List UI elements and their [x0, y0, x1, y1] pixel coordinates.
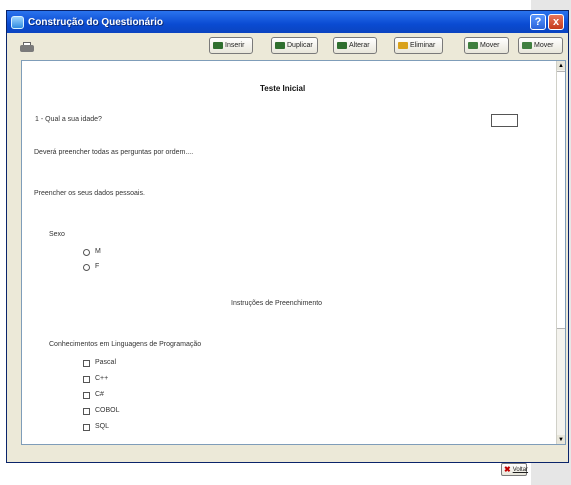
back-label: Voltar — [512, 466, 529, 473]
instructions-heading: Instruções de Preenchimento — [231, 300, 323, 307]
instruction-note: Deverá preencher todas as perguntas por … — [34, 149, 194, 156]
move-up-label: Mover — [480, 42, 500, 49]
checkbox-sql-label: SQL — [95, 423, 110, 430]
scroll-thumb[interactable] — [557, 71, 565, 329]
move-down-label: Mover — [534, 42, 554, 49]
scroll-up-icon[interactable]: ▲ — [557, 61, 565, 70]
window-title: Construção do Questionário — [28, 16, 164, 28]
checkbox-cpp[interactable] — [83, 376, 90, 383]
delete-label: Eliminar — [410, 42, 436, 49]
app-icon — [11, 15, 24, 29]
checkbox-cobol-label: COBOL — [95, 407, 120, 414]
checkbox-sql[interactable] — [83, 424, 90, 431]
radio-m-label: M — [95, 248, 101, 255]
edit-label: Alterar — [349, 42, 370, 49]
delete-icon — [398, 42, 408, 49]
checkbox-csharp[interactable] — [83, 392, 90, 399]
duplicate-button[interactable]: Duplicar — [271, 37, 318, 54]
insert-button[interactable]: Inserir — [209, 37, 253, 54]
insert-icon — [213, 42, 223, 49]
duplicate-label: Duplicar — [287, 42, 313, 49]
printer-icon[interactable] — [20, 42, 34, 53]
checkbox-pascal[interactable] — [83, 360, 90, 367]
questionnaire-preview: Teste Inicial 1 - Qual a sua idade? Deve… — [21, 60, 566, 445]
radio-m[interactable] — [83, 249, 90, 256]
radio-f-label: F — [95, 263, 100, 270]
delete-button[interactable]: Eliminar — [394, 37, 443, 54]
edit-button[interactable]: Alterar — [333, 37, 377, 54]
age-answer-box[interactable] — [491, 114, 518, 127]
personal-data-note: Preencher os seus dados pessoais. — [34, 190, 145, 197]
vertical-scrollbar[interactable]: ▲ ▼ — [556, 61, 565, 444]
title-bar[interactable]: Construção do Questionário ? x — [7, 11, 568, 33]
close-button[interactable]: x — [548, 14, 564, 30]
checkbox-pascal-label: Pascal — [95, 359, 117, 366]
move-up-button[interactable]: Mover — [464, 37, 509, 54]
move-up-icon — [468, 42, 478, 49]
move-down-button[interactable]: Mover — [518, 37, 563, 54]
insert-label: Inserir — [225, 42, 245, 49]
checkbox-cpp-label: C++ — [95, 375, 109, 382]
radio-f[interactable] — [83, 264, 90, 271]
help-button[interactable]: ? — [530, 14, 546, 30]
checkbox-csharp-label: C# — [95, 391, 104, 398]
conhecimentos-label: Conhecimentos em Linguagens de Programaç… — [49, 341, 202, 348]
close-x-icon: ✖ — [504, 464, 511, 474]
edit-icon — [337, 42, 347, 49]
duplicate-icon — [275, 42, 285, 49]
checkbox-cobol[interactable] — [83, 408, 90, 415]
sexo-label: Sexo — [49, 231, 65, 238]
question-1: 1 - Qual a sua idade? — [35, 116, 102, 123]
scroll-down-icon[interactable]: ▼ — [557, 435, 565, 444]
back-button[interactable]: ✖ Voltar — [501, 463, 529, 476]
form-title: Teste Inicial — [260, 84, 306, 93]
move-down-icon — [522, 42, 532, 49]
